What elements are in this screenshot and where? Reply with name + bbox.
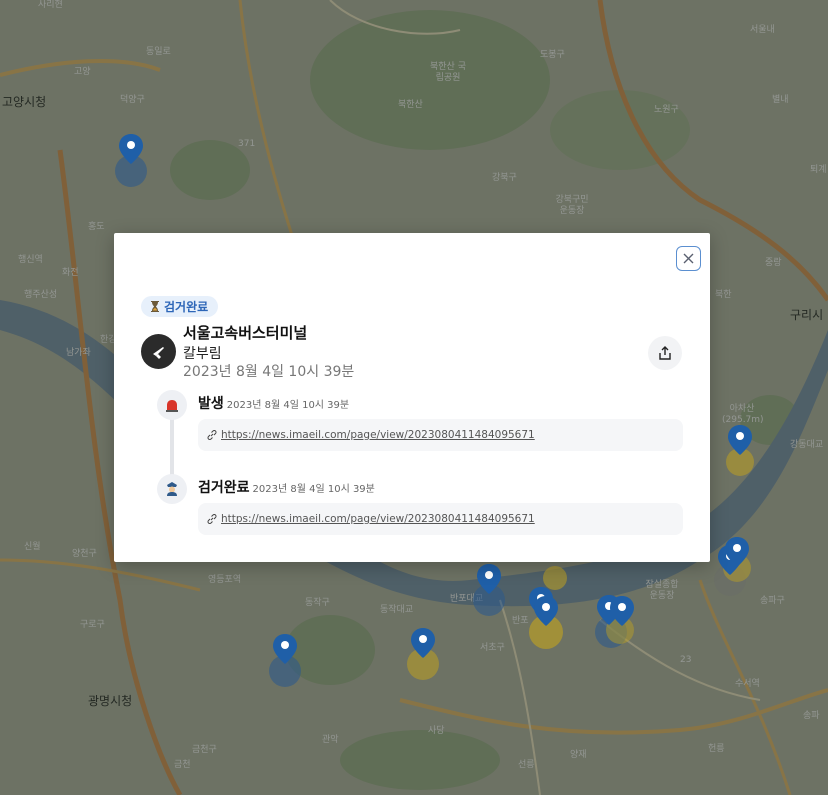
timeline-event-time: 2023년 8월 4일 10시 39분 (226, 400, 350, 411)
timeline-dot-arrested (157, 474, 187, 504)
news-link-url[interactable]: https://news.imaeil.com/page/view/202308… (221, 429, 535, 441)
timeline-event-title: 발생 (198, 396, 224, 412)
news-link[interactable]: https://news.imaeil.com/page/view/202308… (198, 419, 683, 451)
link-icon (207, 430, 217, 440)
police-officer-icon (167, 482, 177, 496)
map-pin[interactable] (119, 134, 143, 164)
timeline-event-time: 2023년 8월 4일 10시 39분 (252, 484, 375, 495)
location-pin-icon (411, 628, 435, 658)
map-pin[interactable] (725, 537, 749, 567)
siren-icon (166, 400, 178, 412)
crime-category-icon (141, 334, 176, 369)
timeline-event-arrested: 검거완료 2023년 8월 4일 10시 39분 (198, 477, 375, 497)
location-pin-icon (119, 134, 143, 164)
status-badge: 검거완료 (141, 296, 219, 317)
location-pin-icon (534, 596, 558, 626)
map-pin[interactable] (477, 564, 501, 594)
map-pin[interactable] (728, 425, 752, 455)
news-link[interactable]: https://news.imaeil.com/page/view/202308… (198, 503, 683, 535)
close-icon (683, 253, 694, 264)
timeline-dot-occurred (157, 390, 187, 420)
location-pin-icon (725, 537, 749, 567)
timeline-event-occurred: 발생 2023년 8월 4일 10시 39분 (198, 393, 349, 413)
incident-detail-modal: 검거완료 서울고속버스터미널 칼부림 2023년 8월 4일 10시 39분 발… (114, 233, 710, 562)
location-pin-icon (273, 634, 297, 664)
status-badge-label: 검거완료 (164, 300, 209, 314)
share-button[interactable] (648, 336, 682, 370)
timeline-event-title: 검거완료 (198, 480, 250, 496)
knife-icon (152, 346, 164, 359)
link-icon (207, 514, 217, 524)
location-pin-icon (728, 425, 752, 455)
incident-datetime: 2023년 8월 4일 10시 39분 (183, 364, 355, 380)
news-link-url[interactable]: https://news.imaeil.com/page/view/202308… (221, 513, 535, 525)
location-pin-icon (477, 564, 501, 594)
map-pin[interactable] (411, 628, 435, 658)
incident-location: 서울고속버스터미널 (183, 324, 308, 342)
crime-type: 칼부림 (183, 346, 222, 362)
location-pin-icon (610, 596, 634, 626)
close-button[interactable] (676, 246, 701, 271)
map-pin[interactable] (273, 634, 297, 664)
map-pin[interactable] (534, 596, 558, 626)
map-pin[interactable] (610, 596, 634, 626)
share-icon (659, 346, 671, 360)
hourglass-icon (151, 301, 159, 312)
